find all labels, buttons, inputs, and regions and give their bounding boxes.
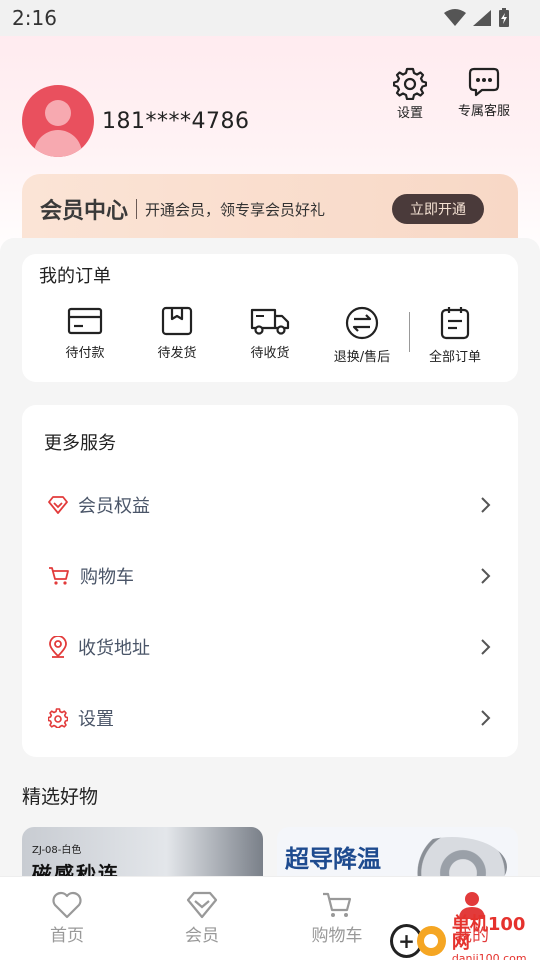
gear-icon bbox=[48, 708, 68, 728]
service-settings-label: 设置 bbox=[78, 709, 114, 730]
tab-home[interactable]: 首页 bbox=[17, 891, 117, 946]
vip-title: 会员中心 bbox=[40, 199, 129, 224]
user-phone: 181****4786 bbox=[102, 108, 250, 134]
order-pending-shipment[interactable]: 待发货 bbox=[137, 306, 217, 361]
user-profile[interactable]: 181****4786 bbox=[22, 85, 249, 157]
cart-icon bbox=[323, 892, 352, 917]
order-pending-receipt-label: 待收货 bbox=[250, 346, 290, 361]
truck-icon bbox=[250, 308, 290, 335]
heart-icon bbox=[52, 891, 82, 919]
orders-title: 我的订单 bbox=[39, 266, 111, 287]
chevron-right-icon bbox=[481, 568, 491, 584]
chat-icon bbox=[468, 67, 500, 97]
settings-button[interactable]: 设置 bbox=[393, 66, 427, 121]
chevron-right-icon bbox=[481, 497, 491, 513]
product-tag: ZJ-08-白色 bbox=[32, 845, 82, 856]
order-all[interactable]: 全部订单 bbox=[415, 306, 495, 365]
vip-divider bbox=[136, 199, 138, 219]
avatar-body bbox=[34, 130, 82, 157]
order-after-sales[interactable]: 退换/售后 bbox=[322, 306, 402, 365]
order-pending-payment[interactable]: 待付款 bbox=[45, 306, 125, 361]
featured-title: 精选好物 bbox=[22, 786, 99, 808]
tab-member-label: 会员 bbox=[185, 926, 219, 946]
signal-icon bbox=[473, 10, 491, 26]
tab-cart[interactable]: 购物车 bbox=[287, 891, 387, 946]
services-card: 更多服务 会员权益 购物车 收货地址 设置 bbox=[22, 405, 518, 757]
watermark-url: danji100.com bbox=[451, 952, 527, 960]
status-bar: 2:16 bbox=[0, 0, 540, 36]
avatar-head bbox=[45, 100, 71, 126]
order-pending-shipment-label: 待发货 bbox=[157, 346, 197, 361]
order-all-label: 全部订单 bbox=[428, 350, 481, 365]
tab-cart-label: 购物车 bbox=[311, 926, 363, 946]
order-pending-payment-label: 待付款 bbox=[65, 346, 105, 361]
service-address-label: 收货地址 bbox=[78, 638, 150, 659]
vip-banner[interactable]: 会员中心 开通会员，领专享会员好礼 立即开通 bbox=[22, 174, 518, 244]
service-member-benefits[interactable]: 会员权益 bbox=[48, 485, 492, 525]
diamond-icon bbox=[48, 496, 68, 514]
service-cart-label: 购物车 bbox=[80, 567, 134, 588]
customer-service-button[interactable]: 专属客服 bbox=[458, 66, 510, 119]
services-title: 更多服务 bbox=[44, 433, 116, 454]
service-cart[interactable]: 购物车 bbox=[48, 556, 492, 596]
service-address[interactable]: 收货地址 bbox=[48, 627, 492, 667]
settings-label: 设置 bbox=[396, 106, 423, 121]
watermark-brand: 单机100网 bbox=[451, 914, 526, 953]
service-settings[interactable]: 设置 bbox=[48, 698, 492, 738]
vip-diamond-icon bbox=[186, 891, 218, 919]
chevron-right-icon bbox=[481, 639, 491, 655]
open-vip-button[interactable]: 立即开通 bbox=[392, 194, 484, 224]
tab-home-label: 首页 bbox=[50, 926, 84, 946]
watermark-logo: + 单机100网 danji100.com bbox=[390, 916, 540, 960]
tab-member[interactable]: 会员 bbox=[152, 891, 252, 946]
customer-service-label: 专属客服 bbox=[458, 104, 511, 119]
order-after-sales-label: 退换/售后 bbox=[333, 350, 391, 365]
vip-description: 开通会员，领专享会员好礼 bbox=[145, 200, 326, 219]
wifi-icon bbox=[444, 9, 466, 26]
exchange-icon bbox=[345, 306, 379, 340]
order-divider bbox=[409, 312, 410, 352]
clipboard-icon bbox=[440, 307, 470, 340]
gear-icon bbox=[393, 67, 427, 100]
product-headline: 超导降温 bbox=[285, 845, 381, 873]
location-icon bbox=[49, 636, 67, 658]
battery-icon bbox=[499, 8, 509, 27]
watermark-text: 单机100网 danji100.com bbox=[452, 916, 540, 960]
orders-card: 我的订单 待付款 待发货 待收货 退换/售后 全部订单 bbox=[22, 254, 518, 382]
box-icon bbox=[161, 306, 193, 336]
cart-icon bbox=[49, 567, 69, 585]
chevron-right-icon bbox=[481, 710, 491, 726]
ring-icon bbox=[416, 925, 446, 956]
avatar[interactable] bbox=[22, 85, 94, 157]
order-pending-receipt[interactable]: 待收货 bbox=[230, 306, 310, 361]
service-member-benefits-label: 会员权益 bbox=[78, 496, 150, 517]
card-icon bbox=[67, 307, 103, 335]
status-icons bbox=[444, 8, 510, 28]
status-time: 2:16 bbox=[12, 6, 57, 30]
